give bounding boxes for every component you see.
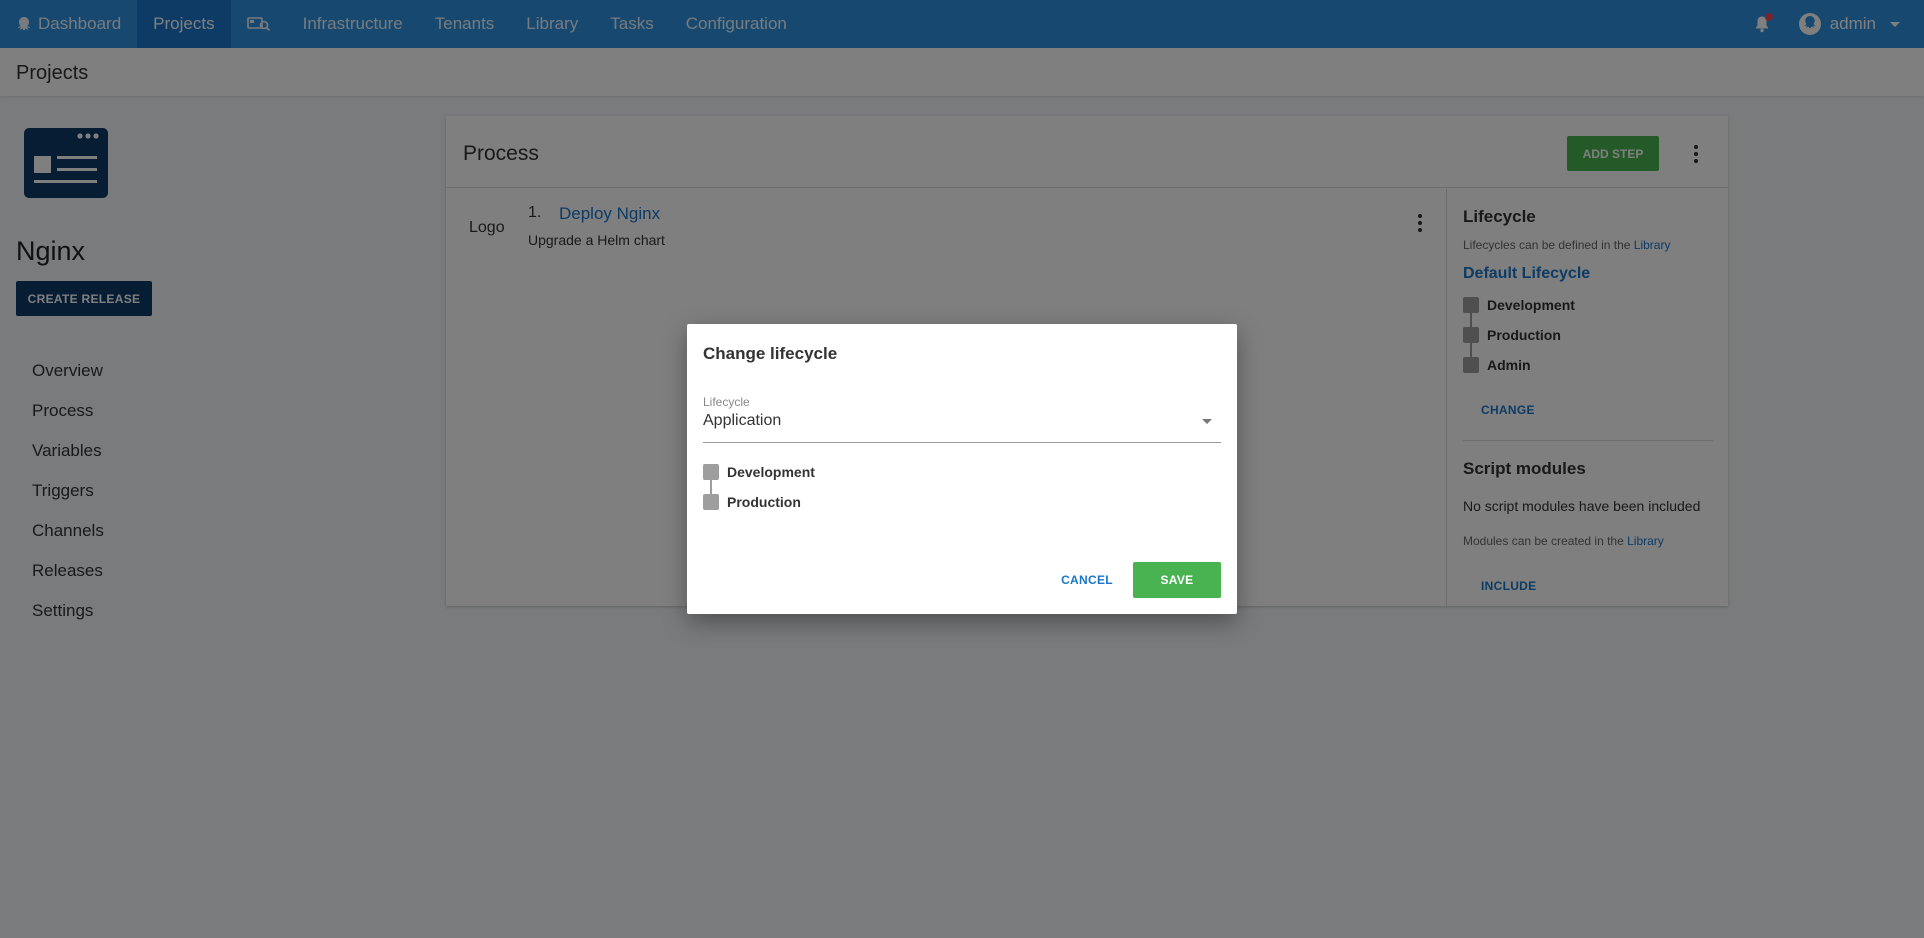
- select-underline: [703, 442, 1221, 443]
- lifecycle-select[interactable]: Application: [703, 412, 781, 430]
- phase-label: Production: [727, 494, 801, 510]
- dialog-phase: Development: [703, 464, 815, 480]
- phase-marker: [703, 494, 719, 510]
- lifecycle-select-label: Lifecycle: [703, 395, 750, 409]
- change-lifecycle-dialog: Change lifecycle Lifecycle Application D…: [687, 324, 1237, 614]
- save-button[interactable]: SAVE: [1133, 562, 1221, 598]
- cancel-button[interactable]: CANCEL: [1049, 562, 1125, 598]
- phase-marker: [703, 464, 719, 480]
- dialog-phase: Production: [703, 494, 801, 510]
- dialog-title: Change lifecycle: [703, 344, 838, 363]
- dropdown-arrow-icon[interactable]: [1202, 419, 1212, 424]
- phase-connector: [710, 480, 712, 494]
- phase-label: Development: [727, 464, 815, 480]
